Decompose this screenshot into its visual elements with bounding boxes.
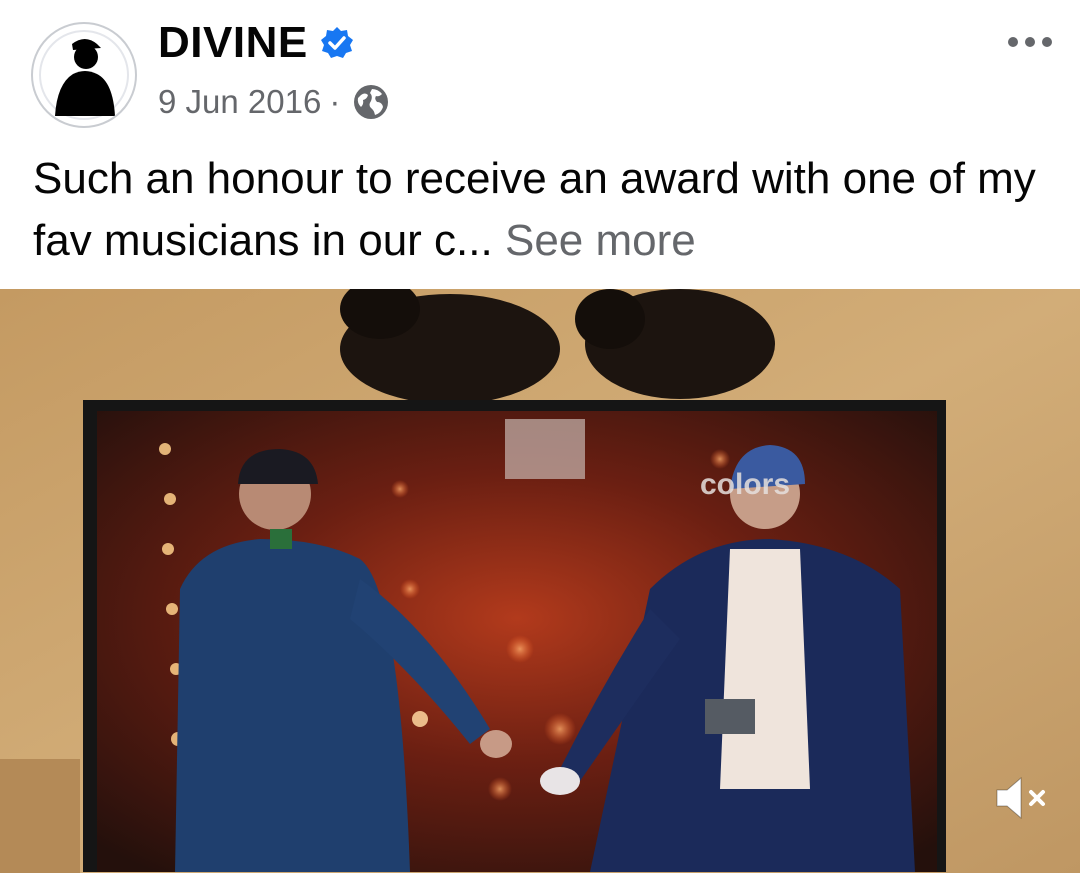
avatar-silhouette: [39, 30, 129, 120]
author-name[interactable]: DIVINE: [158, 18, 308, 68]
channel-logo: colors: [700, 468, 790, 501]
author-avatar[interactable]: [31, 22, 137, 128]
video-player[interactable]: colors: [0, 289, 1080, 873]
more-options-button[interactable]: [995, 22, 1065, 62]
verified-badge-icon: [320, 27, 353, 58]
more-dot-icon: [1008, 37, 1018, 47]
more-dot-icon: [1025, 37, 1035, 47]
post-caption: Such an honour to receive an award with …: [33, 148, 1063, 272]
video-frame: colors: [0, 289, 1080, 873]
meta-separator: ·: [329, 83, 341, 120]
more-dot-icon: [1042, 37, 1052, 47]
see-more-link[interactable]: See more: [505, 216, 696, 265]
globe-icon[interactable]: [352, 83, 390, 121]
post-date[interactable]: 9 Jun 2016: [158, 83, 321, 121]
speaker-muted-icon[interactable]: [991, 772, 1053, 824]
